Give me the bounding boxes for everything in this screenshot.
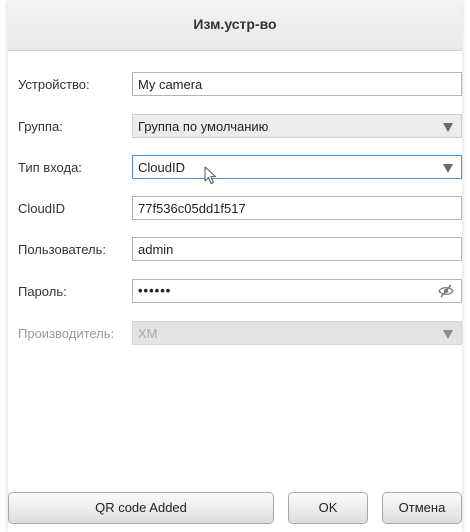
- manufacturer-select: XM: [132, 321, 462, 345]
- ok-button[interactable]: OK: [288, 492, 368, 524]
- device-name-input[interactable]: [133, 73, 438, 95]
- manufacturer-select-value: XM: [138, 326, 158, 341]
- dialog-titlebar: Изм.устр-во: [8, 0, 462, 51]
- mouse-pointer-icon: [204, 166, 216, 184]
- dialog-title: Изм.устр-во: [193, 16, 277, 32]
- login-type-select[interactable]: CloudID: [132, 155, 462, 179]
- chevron-down-icon: [443, 164, 453, 173]
- username-input[interactable]: [133, 238, 438, 260]
- chevron-down-icon: [443, 123, 453, 132]
- device-name-field[interactable]: [132, 72, 462, 96]
- password-masked-value: ••••••: [138, 283, 172, 298]
- manufacturer-label: Производитель:: [18, 326, 115, 341]
- group-select-value: Группа по умолчанию: [138, 119, 269, 134]
- device-label: Устройство:: [18, 77, 90, 92]
- cloudid-field[interactable]: [132, 196, 462, 220]
- chevron-down-icon: [443, 330, 453, 339]
- group-select[interactable]: Группа по умолчанию: [132, 114, 462, 138]
- login-type-label: Тип входа:: [18, 160, 82, 175]
- cloudid-label: CloudID: [18, 201, 65, 216]
- group-label: Группа:: [18, 119, 63, 134]
- password-label: Пароль:: [18, 284, 67, 299]
- username-field[interactable]: [132, 237, 462, 261]
- eye-slash-icon[interactable]: [438, 284, 454, 298]
- edit-device-dialog: Изм.устр-во Устройство: Группа: Группа п…: [8, 0, 462, 532]
- cloudid-input[interactable]: [133, 197, 438, 219]
- username-label: Пользователь:: [18, 242, 106, 257]
- qr-code-added-button[interactable]: QR code Added: [8, 492, 274, 524]
- login-type-select-value: CloudID: [138, 160, 185, 175]
- password-field[interactable]: ••••••: [132, 279, 462, 303]
- cancel-button[interactable]: Отмена: [382, 492, 462, 524]
